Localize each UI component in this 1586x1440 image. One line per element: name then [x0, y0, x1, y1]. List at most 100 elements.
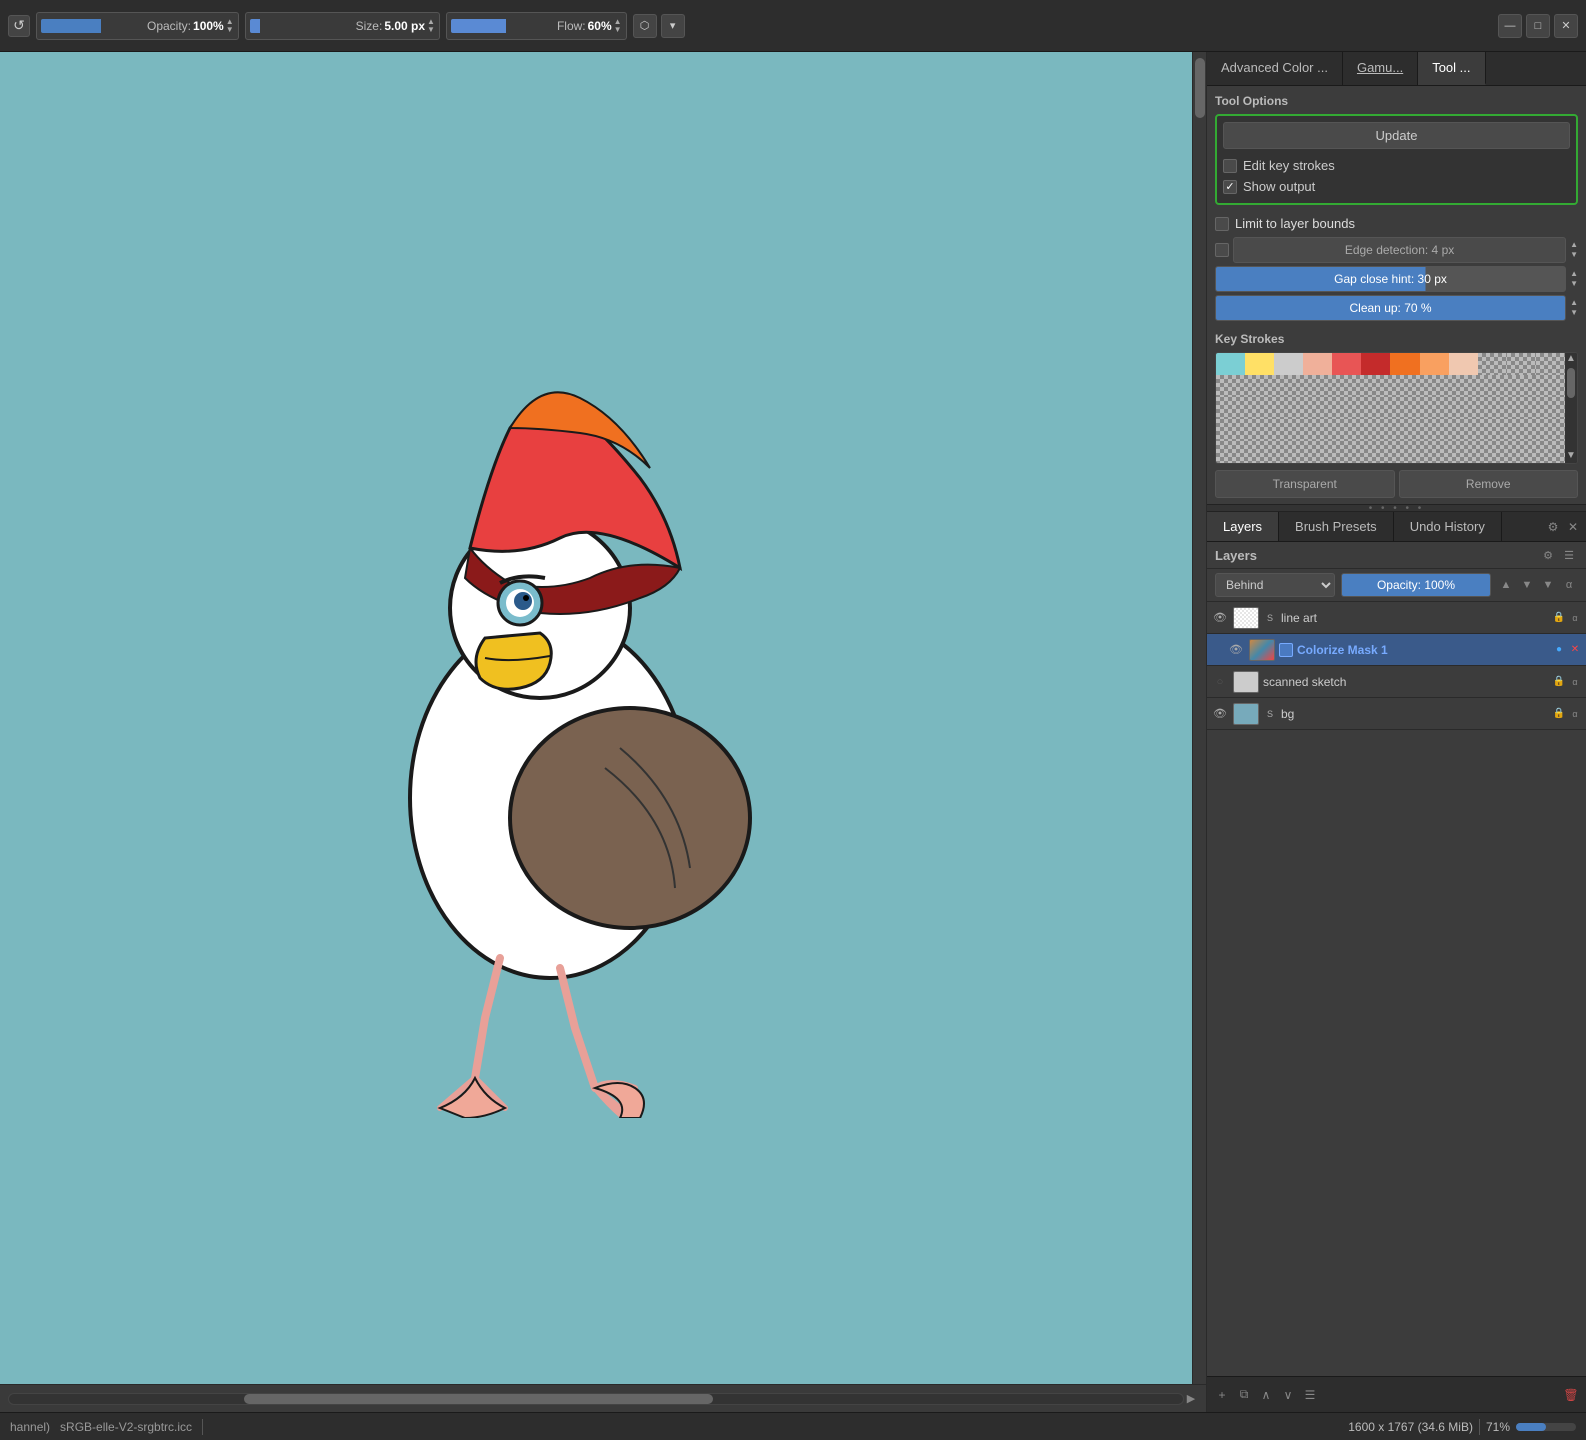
opacity-arrows[interactable]: ▲ ▼	[226, 18, 234, 34]
canvas-hscroll-thumb[interactable]	[244, 1394, 714, 1404]
canvas-vertical-scrollbar[interactable]	[1192, 52, 1206, 1384]
flow-down-icon[interactable]: ▼	[614, 26, 622, 34]
size-arrows[interactable]: ▲ ▼	[427, 18, 435, 34]
limit-layer-checkbox[interactable]	[1215, 217, 1229, 231]
color-cell-5[interactable]	[1332, 353, 1361, 375]
layer-row-line-art[interactable]: 👁 S line art 🔒 α	[1207, 602, 1586, 634]
key-strokes-grid[interactable]: ▲ ▼	[1215, 352, 1578, 464]
layer-lock-line-art[interactable]: 🔒	[1552, 611, 1566, 625]
panel-divider[interactable]: • • • • •	[1207, 504, 1586, 512]
gap-close-arrows[interactable]: ▲ ▼	[1570, 269, 1578, 288]
flow-arrows[interactable]: ▲ ▼	[614, 18, 622, 34]
layer-visibility-line-art[interactable]: 👁	[1211, 609, 1229, 627]
color-cell-8[interactable]	[1420, 353, 1449, 375]
color-cell-6[interactable]	[1361, 353, 1390, 375]
layer-visibility-sketch[interactable]: ○	[1211, 673, 1229, 691]
show-output-row[interactable]: Show output	[1223, 176, 1570, 197]
zoom-bar[interactable]	[1516, 1423, 1576, 1431]
color-cell-9[interactable]	[1449, 353, 1478, 375]
clean-up-arrows[interactable]: ▲ ▼	[1570, 298, 1578, 317]
layer-opacity-down[interactable]: ▼	[1518, 576, 1536, 594]
gap-close-slider[interactable]: Gap close hint: 30 px	[1215, 266, 1566, 292]
transparent-button[interactable]: Transparent	[1215, 470, 1395, 498]
color-grid-scroll-up[interactable]: ▲	[1566, 353, 1576, 364]
tab-undo-history[interactable]: Undo History	[1394, 512, 1502, 541]
canvas[interactable]	[0, 52, 1192, 1384]
opacity-bar-layers[interactable]: Opacity: 100%	[1341, 573, 1491, 597]
edit-key-strokes-checkbox[interactable]	[1223, 159, 1237, 173]
edge-detection-arrows[interactable]: ▲ ▼	[1570, 240, 1578, 259]
tab-tool[interactable]: Tool ...	[1418, 52, 1485, 85]
refresh-button[interactable]: ↺	[8, 15, 30, 37]
layers-filter-icon[interactable]: ☰	[1560, 546, 1578, 564]
layer-opacity-up[interactable]: ▲	[1497, 576, 1515, 594]
tab-brush-presets[interactable]: Brush Presets	[1279, 512, 1394, 541]
layer-visibility-colorize[interactable]: 👁	[1227, 641, 1245, 659]
gap-close-down-icon[interactable]: ▼	[1570, 279, 1578, 289]
remove-button[interactable]: Remove	[1399, 470, 1579, 498]
limit-layer-row[interactable]: Limit to layer bounds	[1215, 213, 1578, 234]
edit-key-strokes-row[interactable]: Edit key strokes	[1223, 155, 1570, 176]
color-cell-7[interactable]	[1390, 353, 1419, 375]
tab-gamu[interactable]: Gamu...	[1343, 52, 1418, 85]
color-cell-12[interactable]	[1536, 353, 1565, 375]
color-cell-3[interactable]	[1274, 353, 1303, 375]
layer-row-sketch[interactable]: ○ scanned sketch 🔒 α	[1207, 666, 1586, 698]
layer-row-bg[interactable]: 👁 S bg 🔒 α	[1207, 698, 1586, 730]
color-grid-scroll-down[interactable]: ▼	[1566, 450, 1576, 461]
paint-mode-icon[interactable]: ▾	[661, 14, 685, 38]
flow-field[interactable]: Flow: 60% ▲ ▼	[446, 12, 627, 40]
size-down-icon[interactable]: ▼	[427, 26, 435, 34]
opacity-field[interactable]: Opacity: 100% ▲ ▼	[36, 12, 239, 40]
layers-settings-icon[interactable]: ⚙	[1539, 546, 1557, 564]
close-icon[interactable]: ✕	[1554, 14, 1578, 38]
layer-delete-icon[interactable]: 🗑	[1562, 1386, 1580, 1404]
layer-move-down-icon[interactable]: ∨	[1279, 1386, 1297, 1404]
color-grid-scrollbar[interactable]: ▲ ▼	[1565, 353, 1577, 463]
edge-detection-slider[interactable]: Edge detection: 4 px	[1233, 237, 1566, 263]
clean-up-down-icon[interactable]: ▼	[1570, 308, 1578, 318]
clean-up-up-icon[interactable]: ▲	[1570, 298, 1578, 308]
blend-mode-select[interactable]: Behind	[1215, 573, 1335, 597]
edge-detection-checkbox[interactable]	[1215, 243, 1229, 257]
layer-add-icon[interactable]: +	[1213, 1386, 1231, 1404]
size-field[interactable]: Size: 5.00 px ▲ ▼	[245, 12, 440, 40]
update-button[interactable]: Update	[1223, 122, 1570, 149]
maximize-icon[interactable]: □	[1526, 14, 1550, 38]
scroll-right-arrow[interactable]: ▶	[1184, 1392, 1198, 1405]
canvas-vscroll-thumb[interactable]	[1195, 58, 1205, 118]
layer-alpha-sketch[interactable]: α	[1568, 675, 1582, 689]
layer-row-colorize-mask[interactable]: 👁 Colorize Mask 1 ● ✕	[1207, 634, 1586, 666]
canvas-horizontal-scrollbar[interactable]	[8, 1393, 1184, 1405]
show-output-checkbox[interactable]	[1223, 180, 1237, 194]
layer-lock-colorize[interactable]: ●	[1552, 643, 1566, 657]
layer-menu-icon[interactable]: ☰	[1301, 1386, 1319, 1404]
color-cell-2[interactable]	[1245, 353, 1274, 375]
gap-close-up-icon[interactable]: ▲	[1570, 269, 1578, 279]
clean-up-slider[interactable]: Clean up: 70 %	[1215, 295, 1566, 321]
layer-alpha-line-art[interactable]: α	[1568, 611, 1582, 625]
layers-tab-settings-icon[interactable]: ⚙	[1544, 518, 1562, 536]
brush-preset-icon[interactable]: ⬡	[633, 14, 657, 38]
layer-copy-icon[interactable]: ⧉	[1235, 1386, 1253, 1404]
color-grid-scroll-thumb[interactable]	[1567, 368, 1575, 398]
tab-advanced-color[interactable]: Advanced Color ...	[1207, 52, 1343, 85]
edge-detection-up-icon[interactable]: ▲	[1570, 240, 1578, 250]
tab-layers[interactable]: Layers	[1207, 512, 1279, 541]
color-cell-1[interactable]	[1216, 353, 1245, 375]
minimize-icon[interactable]: —	[1498, 14, 1522, 38]
opacity-down-icon[interactable]: ▼	[226, 26, 234, 34]
layer-alpha-colorize[interactable]: ✕	[1568, 643, 1582, 657]
layer-lock-sketch[interactable]: 🔒	[1552, 675, 1566, 689]
layer-filter-icon[interactable]: ▼	[1539, 576, 1557, 594]
layer-alpha-bg[interactable]: α	[1568, 707, 1582, 721]
edge-detection-down-icon[interactable]: ▼	[1570, 250, 1578, 260]
color-cell-10[interactable]	[1478, 353, 1507, 375]
layer-lock-bg[interactable]: 🔒	[1552, 707, 1566, 721]
layer-alpha-lock-icon[interactable]: α	[1560, 576, 1578, 594]
layer-visibility-bg[interactable]: 👁	[1211, 705, 1229, 723]
color-cell-11[interactable]	[1507, 353, 1536, 375]
color-cell-4[interactable]	[1303, 353, 1332, 375]
layer-move-up-icon[interactable]: ∧	[1257, 1386, 1275, 1404]
layers-tab-close-icon[interactable]: ✕	[1564, 518, 1582, 536]
